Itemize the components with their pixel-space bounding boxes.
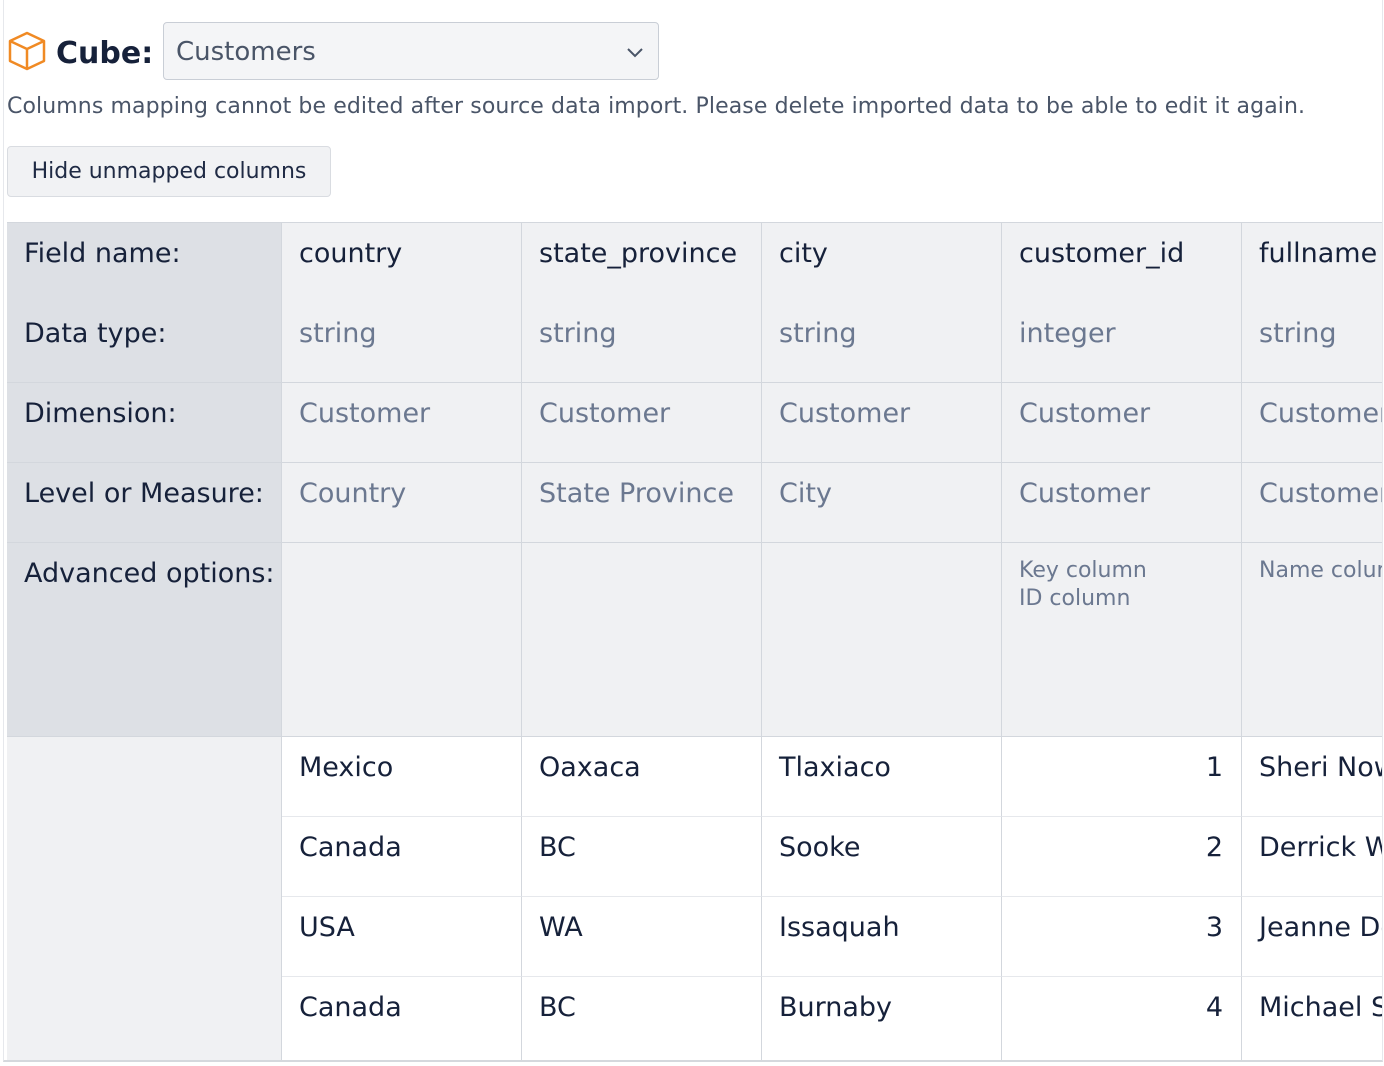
data-type-cell[interactable]: integer xyxy=(1002,303,1242,383)
cube-icon xyxy=(8,31,46,71)
table-cell: 4 xyxy=(1002,977,1242,1060)
advanced-cell[interactable]: Key column ID column xyxy=(1002,543,1242,737)
table-row: Canada BC Burnaby 4 Michael Spence xyxy=(7,977,1382,1060)
level-row: Level or Measure: Country State Province… xyxy=(7,463,1382,543)
mapping-panel: Cube: Customers Columns mapping cannot b… xyxy=(3,0,1383,1062)
advanced-option-name: Name column xyxy=(1259,558,1382,583)
table-cell: Oaxaca xyxy=(522,737,762,817)
dimension-cell[interactable]: Customer xyxy=(522,383,762,463)
table-cell: Sheri Nowmer xyxy=(1242,737,1382,817)
dimension-label: Dimension: xyxy=(7,383,282,463)
advanced-cell[interactable] xyxy=(762,543,1002,737)
field-name-cell: country xyxy=(282,223,522,304)
table-cell: BC xyxy=(522,977,762,1060)
table-row: Canada BC Sooke 2 Derrick Whelply xyxy=(7,817,1382,897)
row-header-cell xyxy=(7,897,282,977)
field-name-cell: fullname xyxy=(1242,223,1382,304)
level-cell[interactable]: Customer xyxy=(1242,463,1382,543)
table-cell: Issaquah xyxy=(762,897,1002,977)
table-cell: Canada xyxy=(282,817,522,897)
data-type-cell[interactable]: string xyxy=(282,303,522,383)
advanced-option-key: Key column xyxy=(1019,558,1147,583)
cube-label: Cube: xyxy=(56,36,154,71)
table-cell: 3 xyxy=(1002,897,1242,977)
table-cell: 2 xyxy=(1002,817,1242,897)
hide-unmapped-columns-button[interactable]: Hide unmapped columns xyxy=(7,146,331,197)
level-cell[interactable]: Country xyxy=(282,463,522,543)
dimension-row: Dimension: Customer Customer Customer Cu… xyxy=(7,383,1382,463)
level-label: Level or Measure: xyxy=(7,463,282,543)
dimension-cell[interactable]: Customer xyxy=(282,383,522,463)
table-cell: Canada xyxy=(282,977,522,1060)
row-header-cell xyxy=(7,737,282,817)
field-name-cell: customer_id xyxy=(1002,223,1242,304)
table-cell: Sooke xyxy=(762,817,1002,897)
level-cell[interactable]: Customer xyxy=(1002,463,1242,543)
table-cell: Michael Spence xyxy=(1242,977,1382,1060)
table-cell: USA xyxy=(282,897,522,977)
advanced-row: Advanced options: Key column ID column N… xyxy=(7,543,1382,737)
cube-select-value: Customers xyxy=(176,37,316,67)
level-cell[interactable]: City xyxy=(762,463,1002,543)
table-row: Mexico Oaxaca Tlaxiaco 1 Sheri Nowmer xyxy=(7,737,1382,817)
data-type-label: Data type: xyxy=(7,303,282,383)
level-cell[interactable]: State Province xyxy=(522,463,762,543)
advanced-cell[interactable] xyxy=(522,543,762,737)
field-name-cell: city xyxy=(762,223,1002,304)
row-header-cell xyxy=(7,977,282,1060)
table-cell: WA xyxy=(522,897,762,977)
table-cell: Burnaby xyxy=(762,977,1002,1060)
table-cell: 1 xyxy=(1002,737,1242,817)
table-cell: Jeanne Derry xyxy=(1242,897,1382,977)
data-type-cell[interactable]: string xyxy=(1242,303,1382,383)
dimension-cell[interactable]: Customer xyxy=(1002,383,1242,463)
dimension-cell[interactable]: Customer xyxy=(1242,383,1382,463)
advanced-cell[interactable] xyxy=(282,543,522,737)
chevron-down-icon xyxy=(627,48,643,58)
row-header-cell xyxy=(7,817,282,897)
table-cell: Derrick Whelply xyxy=(1242,817,1382,897)
table-cell: Mexico xyxy=(282,737,522,817)
field-name-row: Field name: country state_province city … xyxy=(7,222,1382,304)
edit-notice: Columns mapping cannot be edited after s… xyxy=(7,94,1306,119)
table-row: USA WA Issaquah 3 Jeanne Derry xyxy=(7,897,1382,977)
data-type-row: Data type: string string string integer … xyxy=(7,303,1382,383)
data-type-cell[interactable]: string xyxy=(522,303,762,383)
field-name-cell: state_province xyxy=(522,223,762,304)
data-type-cell[interactable]: string xyxy=(762,303,1002,383)
table-cell: BC xyxy=(522,817,762,897)
advanced-option-id: ID column xyxy=(1019,586,1131,611)
field-name-label: Field name: xyxy=(7,223,282,304)
advanced-cell[interactable]: Name column xyxy=(1242,543,1382,737)
advanced-label: Advanced options: xyxy=(7,543,282,737)
dimension-cell[interactable]: Customer xyxy=(762,383,1002,463)
table-cell: Tlaxiaco xyxy=(762,737,1002,817)
cube-select[interactable]: Customers xyxy=(163,22,659,80)
